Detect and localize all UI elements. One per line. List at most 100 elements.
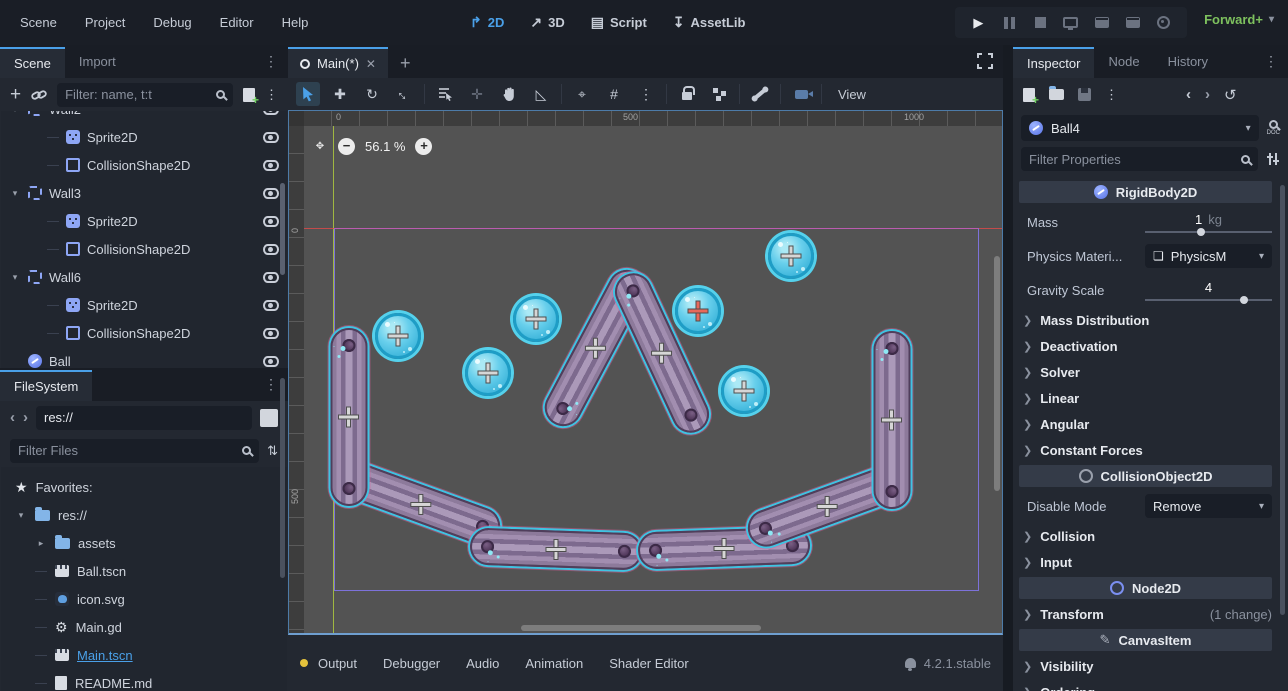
smart-snap-button[interactable]: ⌖: [570, 82, 594, 106]
ball-5[interactable]: [465, 350, 511, 396]
file-item-readme-md[interactable]: README.md: [1, 669, 287, 691]
visibility-eye-icon[interactable]: [263, 272, 279, 283]
property-control[interactable]: 4: [1145, 280, 1272, 301]
stop-button[interactable]: [1030, 13, 1050, 33]
inspector-scrollbar[interactable]: [1280, 185, 1285, 615]
center-view-icon[interactable]: ✥: [312, 139, 328, 155]
tree-node-wall2[interactable]: ▾Wall2: [1, 111, 287, 123]
tab-history[interactable]: History: [1154, 47, 1222, 78]
play-custom-scene-button[interactable]: [1123, 13, 1143, 33]
chevron-down-icon[interactable]: ▾: [9, 188, 21, 199]
bottom-tab-shader-editor[interactable]: Shader Editor: [609, 656, 689, 671]
ball-3[interactable]: [513, 296, 559, 342]
file-sort-button[interactable]: ⇅: [267, 443, 278, 459]
wall-capsule-3[interactable]: [331, 328, 368, 506]
history-forward-button[interactable]: ›: [1205, 86, 1210, 103]
wall-capsule-8[interactable]: [874, 331, 911, 509]
ball-1[interactable]: [768, 233, 814, 279]
inspector-options-icon[interactable]: [1266, 152, 1280, 166]
section-deactivation[interactable]: ❯Deactivation: [1013, 333, 1288, 359]
ruler-tool-button[interactable]: ◺: [529, 82, 553, 106]
play-scene-button[interactable]: [1092, 13, 1112, 33]
section-collision[interactable]: ❯Collision: [1013, 523, 1288, 549]
tree-node-collisionshape2d[interactable]: CollisionShape2D: [1, 319, 287, 347]
renderer-selector[interactable]: Forward+ ▾: [1204, 12, 1274, 27]
history-back-button[interactable]: ‹: [1186, 86, 1191, 103]
move-selected-tool-button[interactable]: ✛: [465, 82, 489, 106]
tree-node-wall6[interactable]: ▾Wall6: [1, 263, 287, 291]
load-resource-button[interactable]: [1049, 89, 1064, 100]
skeleton-button[interactable]: [748, 82, 772, 106]
instance-scene-button[interactable]: [31, 87, 47, 103]
context-script[interactable]: ▤Script: [591, 14, 647, 31]
section-transform[interactable]: ❯Transform(1 change): [1013, 601, 1288, 627]
section-mass-distribution[interactable]: ❯Mass Distribution: [1013, 307, 1288, 333]
onion-skinning-button[interactable]: [789, 82, 813, 106]
section-input[interactable]: ❯Input: [1013, 549, 1288, 575]
menu-editor[interactable]: Editor: [210, 11, 264, 34]
chevron-down-icon[interactable]: ▾: [9, 272, 21, 283]
notification-bell-icon[interactable]: [905, 658, 916, 668]
list-select-tool-button[interactable]: [433, 82, 457, 106]
zoom-out-button[interactable]: −: [338, 138, 355, 155]
tab-import[interactable]: Import: [65, 47, 130, 78]
property-value[interactable]: 1kg: [1145, 212, 1272, 227]
new-resource-button[interactable]: [1023, 88, 1035, 102]
tree-node-collisionshape2d[interactable]: CollisionShape2D: [1, 151, 287, 179]
open-docs-button[interactable]: DOC: [1267, 120, 1280, 136]
menu-help[interactable]: Help: [272, 11, 319, 34]
filesystem-menu-button[interactable]: ⋮: [264, 376, 278, 393]
file-item-icon-svg[interactable]: icon.svg: [1, 585, 287, 613]
visibility-eye-icon[interactable]: [263, 328, 279, 339]
tab-menu-button[interactable]: ⋮: [1264, 53, 1278, 70]
section-solver[interactable]: ❯Solver: [1013, 359, 1288, 385]
pause-button[interactable]: [999, 13, 1019, 33]
group-button[interactable]: [707, 82, 731, 106]
section-linear[interactable]: ❯Linear: [1013, 385, 1288, 411]
property-control[interactable]: 1kg: [1145, 212, 1272, 233]
property-control[interactable]: Remove▾: [1145, 494, 1272, 518]
chevron-down-icon[interactable]: ▾: [9, 111, 21, 115]
visibility-eye-icon[interactable]: [263, 188, 279, 199]
nav-forward-button[interactable]: ›: [23, 409, 28, 426]
bottom-tab-animation[interactable]: Animation: [525, 656, 583, 671]
edited-object-selector[interactable]: Ball4 ▾: [1021, 115, 1259, 141]
menu-scene[interactable]: Scene: [10, 11, 67, 34]
file-item-ball-tscn[interactable]: Ball.tscn: [1, 557, 287, 585]
section-angular[interactable]: ❯Angular: [1013, 411, 1288, 437]
save-resource-button[interactable]: [1078, 88, 1091, 101]
resource-menu-button[interactable]: ⋮: [1105, 87, 1118, 103]
property-control[interactable]: ❏PhysicsM▾: [1145, 244, 1272, 268]
canvas-h-scrollbar[interactable]: [521, 625, 761, 631]
pan-tool-button[interactable]: [497, 82, 521, 106]
file-item-main-gd[interactable]: ⚙Main.gd: [1, 613, 287, 641]
expand-viewport-icon[interactable]: [977, 53, 993, 69]
bottom-tab-debugger[interactable]: Debugger: [383, 656, 440, 671]
slider-knob[interactable]: [1197, 228, 1205, 236]
section-ordering[interactable]: ❯Ordering: [1013, 679, 1288, 691]
section-constant-forces[interactable]: ❯Constant Forces: [1013, 437, 1288, 463]
value-slider[interactable]: [1145, 231, 1272, 233]
move-tool-button[interactable]: ✚: [328, 82, 352, 106]
grid-snap-button[interactable]: #: [602, 82, 626, 106]
nav-back-button[interactable]: ‹: [10, 409, 15, 426]
tree-node-collisionshape2d[interactable]: CollisionShape2D: [1, 235, 287, 263]
tree-node-sprite2d[interactable]: Sprite2D: [1, 207, 287, 235]
view-menu[interactable]: View: [830, 87, 874, 102]
tab-menu-button[interactable]: ⋮: [264, 53, 278, 70]
tree-node-wall3[interactable]: ▾Wall3: [1, 179, 287, 207]
scene-tree-scrollbar[interactable]: [280, 183, 285, 275]
file-item-favorites-[interactable]: ★Favorites:: [1, 473, 287, 501]
visibility-eye-icon[interactable]: [263, 160, 279, 171]
close-icon[interactable]: ✕: [366, 57, 376, 71]
history-recent-button[interactable]: ↺: [1224, 86, 1237, 104]
tab-inspector[interactable]: Inspector: [1013, 47, 1094, 78]
attach-script-button[interactable]: [243, 88, 255, 102]
file-item-assets[interactable]: ▸assets: [1, 529, 287, 557]
visibility-eye-icon[interactable]: [263, 132, 279, 143]
visibility-eye-icon[interactable]: [263, 216, 279, 227]
file-item-res-[interactable]: ▾res://: [1, 501, 287, 529]
visibility-eye-icon[interactable]: [263, 356, 279, 367]
tab-node[interactable]: Node: [1094, 47, 1153, 78]
movie-maker-button[interactable]: [1153, 13, 1173, 33]
